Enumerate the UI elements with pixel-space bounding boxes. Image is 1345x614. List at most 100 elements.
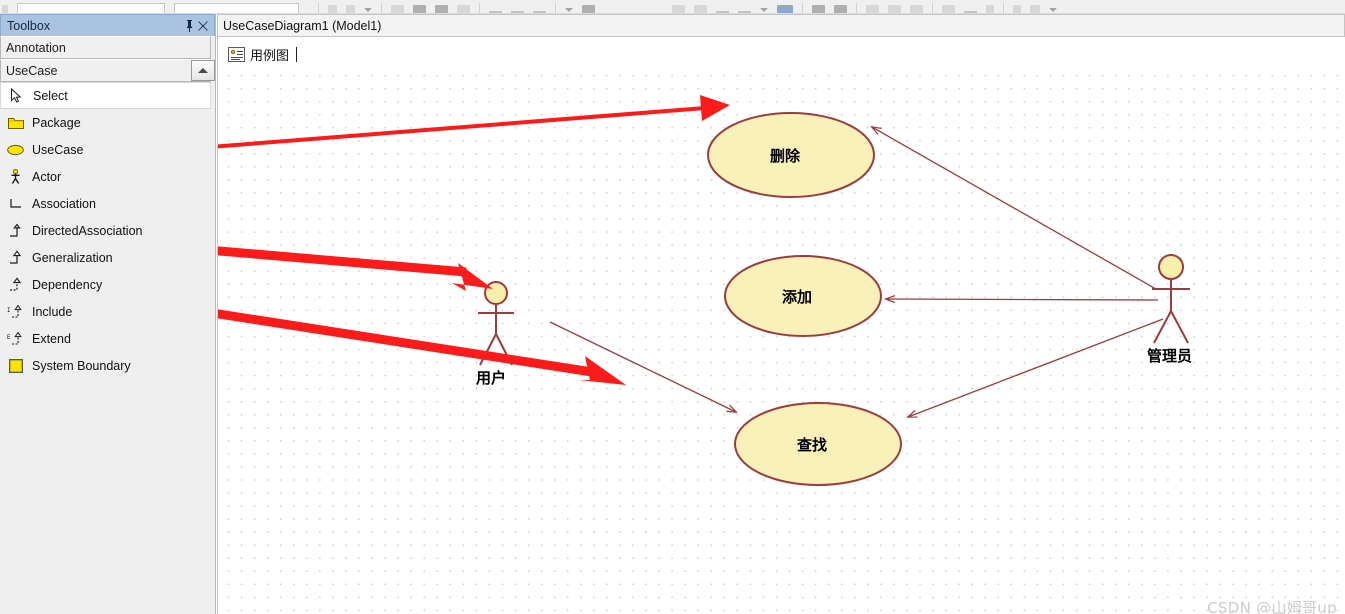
toolbox-item-label: System Boundary xyxy=(32,358,131,373)
toolbox-title-bar: Toolbox xyxy=(0,14,215,36)
toolbox-item-label: UseCase xyxy=(32,142,84,157)
group-icon[interactable] xyxy=(942,5,955,13)
toolbox-item-system-boundary[interactable]: System Boundary xyxy=(0,352,215,379)
document-title-bar: UseCaseDiagram1 (Model1) xyxy=(217,14,1345,37)
toolbar-separator xyxy=(932,3,933,13)
send-back-icon[interactable] xyxy=(834,5,847,13)
chevron-down-icon[interactable] xyxy=(760,8,768,12)
top-toolbar-strip xyxy=(0,0,1345,14)
tab-usecase-diagram[interactable]: 用例图 xyxy=(224,41,304,67)
toolbox-item-generalization[interactable]: Generalization xyxy=(0,244,215,271)
toolbox-item-label: Generalization xyxy=(32,250,113,265)
diagram-canvas[interactable]: 删除 添加 查找 用户 管理员 CSDN @山姆哥up xyxy=(217,67,1345,614)
rotate-icon[interactable] xyxy=(694,5,707,13)
distribute-h-icon[interactable] xyxy=(866,5,879,13)
add-icon[interactable] xyxy=(910,5,923,13)
toolbox-group-annotation[interactable]: Annotation xyxy=(0,36,211,59)
toolbox-item-list: Select Package UseCase Actor Association… xyxy=(0,82,215,379)
toolbox-group-label: UseCase xyxy=(6,63,58,78)
annotation-arrow-actor xyxy=(218,246,493,291)
application-window: Toolbox Annotation UseCase Select Packag… xyxy=(0,0,1345,614)
dependency-icon xyxy=(7,276,24,293)
distribute-v-icon[interactable] xyxy=(888,5,901,13)
toolbar-icon[interactable] xyxy=(2,5,8,13)
tab-label: 用例图 xyxy=(250,47,290,63)
lock-icon[interactable] xyxy=(986,5,994,13)
annotation-arrow-usecase xyxy=(218,95,730,149)
toolbox-group-label: Annotation xyxy=(6,40,66,55)
toolbox-item-actor[interactable]: Actor xyxy=(0,163,215,190)
usecase-diagram-icon xyxy=(228,46,245,62)
svg-text:I: I xyxy=(7,307,11,314)
scroll-up-icon[interactable] xyxy=(191,60,215,81)
watermark: CSDN @山姆哥up xyxy=(1207,599,1337,614)
actor-admin[interactable] xyxy=(1152,254,1190,344)
toolbox-item-include[interactable]: I Include xyxy=(0,298,215,325)
toolbar-separator xyxy=(381,3,382,13)
stick-figure-icon xyxy=(7,168,24,185)
toolbox-item-dependency[interactable]: Dependency xyxy=(0,271,215,298)
chevron-down-icon[interactable] xyxy=(364,8,372,12)
toolbox-item-label: Actor xyxy=(32,169,62,184)
page-icon[interactable] xyxy=(1030,5,1040,13)
extend-icon: E xyxy=(7,330,24,347)
association-admin-find[interactable] xyxy=(908,318,1164,417)
usecase-label-find: 查找 xyxy=(797,436,828,454)
actor-label-user: 用户 xyxy=(476,369,507,387)
generalization-icon xyxy=(7,249,24,266)
grid-icon[interactable] xyxy=(582,5,595,13)
toolbox-item-label: Extend xyxy=(32,331,71,346)
ellipse-icon xyxy=(7,141,24,158)
svg-text:E: E xyxy=(7,334,11,341)
toolbar-separator xyxy=(802,3,803,13)
toolbar-separator xyxy=(318,3,319,13)
chevron-down-icon[interactable] xyxy=(565,8,573,12)
italic-icon[interactable] xyxy=(346,5,355,13)
bold-icon[interactable] xyxy=(328,5,337,13)
shape-icon[interactable] xyxy=(435,5,448,13)
zoom-icon[interactable] xyxy=(1013,5,1021,13)
toolbar-separator xyxy=(479,3,480,13)
close-icon[interactable] xyxy=(196,18,210,34)
toolbox-item-association[interactable]: Association xyxy=(0,190,215,217)
cursor-arrow-icon xyxy=(8,87,25,104)
highlight-icon[interactable] xyxy=(777,5,793,13)
usecase-label-add: 添加 xyxy=(782,288,813,306)
pin-icon[interactable] xyxy=(182,18,196,34)
line-style-icon[interactable] xyxy=(457,5,470,13)
annotation-arrow-association xyxy=(218,309,626,385)
diagram-tab-bar: 用例图 xyxy=(217,37,1345,67)
toolbox-item-label: Include xyxy=(32,304,73,319)
toolbox-item-usecase[interactable]: UseCase xyxy=(0,136,215,163)
actor-label-admin: 管理员 xyxy=(1147,347,1193,365)
toolbar-combo-field[interactable] xyxy=(174,3,299,13)
toolbox-item-directedassociation[interactable]: DirectedAssociation xyxy=(0,217,215,244)
association-admin-delete[interactable] xyxy=(872,127,1157,290)
directed-association-icon xyxy=(7,222,24,239)
dashed-box-icon[interactable] xyxy=(391,5,404,13)
association-admin-add[interactable] xyxy=(886,299,1159,300)
document-title: UseCaseDiagram1 (Model1) xyxy=(223,18,382,33)
toolbox-item-label: Package xyxy=(32,115,81,130)
text-cursor xyxy=(296,46,298,62)
system-boundary-icon xyxy=(7,357,24,374)
toolbox-item-label: Select xyxy=(33,88,68,103)
fill-color-icon[interactable] xyxy=(413,5,426,13)
chevron-down-icon[interactable] xyxy=(1049,8,1057,12)
text-align-icon[interactable] xyxy=(672,5,685,13)
toolbox-item-select[interactable]: Select xyxy=(0,82,211,109)
bring-front-icon[interactable] xyxy=(812,5,825,13)
document-area: UseCaseDiagram1 (Model1) 用例图 删除 添加 查找 用户… xyxy=(217,14,1345,614)
toolbox-item-label: DirectedAssociation xyxy=(32,223,143,238)
toolbox-item-extend[interactable]: E Extend xyxy=(0,325,215,352)
toolbox-group-usecase[interactable]: UseCase xyxy=(0,59,215,82)
include-icon: I xyxy=(7,303,24,320)
toolbox-item-package[interactable]: Package xyxy=(0,109,215,136)
toolbar-combo-field[interactable] xyxy=(17,3,165,13)
association-line-icon xyxy=(7,195,24,212)
toolbar-separator xyxy=(1003,3,1004,13)
toolbox-item-label: Association xyxy=(32,196,96,211)
toolbox-title: Toolbox xyxy=(7,18,51,33)
folder-icon xyxy=(7,114,24,131)
toolbar-separator xyxy=(555,3,556,13)
